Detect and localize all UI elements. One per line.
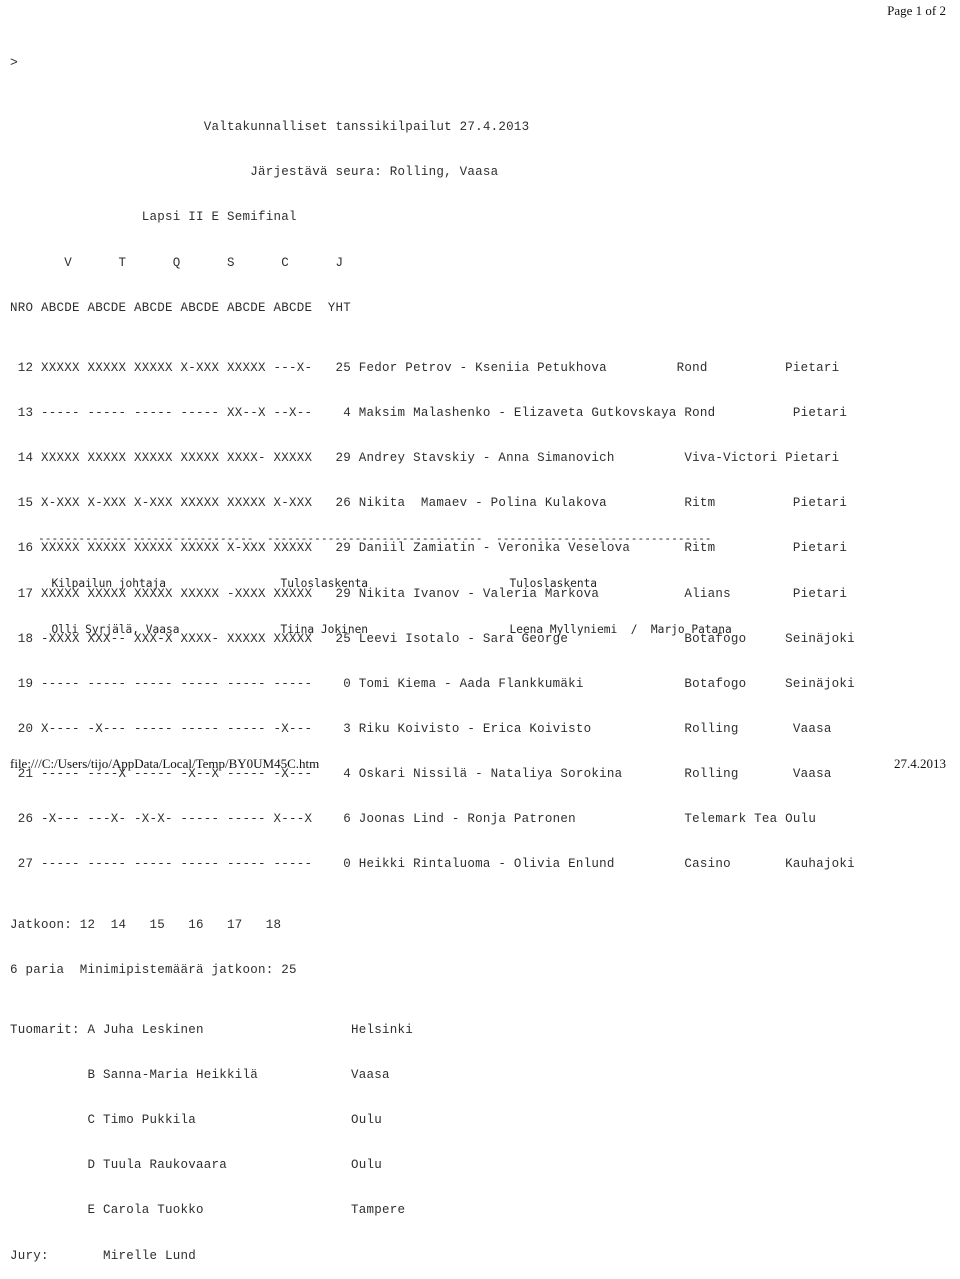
report-organizer: Järjestävä seura: Rolling, Vaasa	[10, 165, 499, 180]
judge-row: C Timo Pukkila Oulu	[10, 1113, 383, 1128]
browser-print-footer: file:///C:/Users/tijo/AppData/Local/Temp…	[10, 751, 946, 777]
signature-roles: Kilpailun johtaja Tuloslaskenta Tuloslas…	[38, 577, 598, 591]
print-date-label: 27.4.2013	[894, 756, 946, 771]
competition-report: Valtakunnalliset tanssikilpailut 27.4.20…	[10, 90, 950, 1279]
page-number-label: Page 1 of 2	[887, 3, 946, 18]
jury-row: Jury: Mirelle Lund	[10, 1248, 197, 1263]
table-row: 26 -X--- ---X- -X-X- ----- ----- X---X 6…	[10, 812, 817, 827]
dance-column-header: V T Q S C J	[10, 255, 344, 270]
judge-row: D Tuula Raukovaara Oulu	[10, 1158, 383, 1173]
judge-row: Tuomarit: A Juha Leskinen Helsinki	[10, 1022, 414, 1037]
report-event-class: Lapsi II E Semifinal	[10, 210, 297, 225]
table-row: 20 X---- -X--- ----- ----- ----- -X--- 3…	[10, 721, 832, 736]
advancing-numbers: Jatkoon: 12 14 15 16 17 18	[10, 917, 282, 932]
table-row: 19 ----- ----- ----- ----- ----- ----- 0…	[10, 676, 855, 691]
table-row: 12 XXXXX XXXXX XXXXX X-XXX XXXXX ---X- 2…	[10, 360, 840, 375]
signature-rule: -------------------------------- -------…	[38, 531, 712, 545]
file-path-label: file:///C:/Users/tijo/AppData/Local/Temp…	[10, 756, 320, 771]
table-row: 13 ----- ----- ----- ----- XX--X --X-- 4…	[10, 405, 848, 420]
table-row: 14 XXXXX XXXXX XXXXX XXXXX XXXX- XXXXX 2…	[10, 451, 840, 466]
signature-names: Olli Syrjälä, Vaasa Tiina Jokinen Leena …	[38, 623, 732, 637]
browser-print-header: Page 1 of 2	[0, 0, 946, 25]
judge-row: E Carola Tuokko Tampere	[10, 1203, 406, 1218]
judge-row: B Sanna-Maria Heikkilä Vaasa	[10, 1068, 390, 1083]
pairs-minimum-note: 6 paria Minimipistemäärä jatkoon: 25	[10, 962, 297, 977]
table-column-header: NRO ABCDE ABCDE ABCDE ABCDE ABCDE ABCDE …	[10, 300, 352, 315]
prompt-caret: >	[10, 55, 18, 70]
signature-block: -------------------------------- -------…	[38, 500, 732, 653]
table-row: 27 ----- ----- ----- ----- ----- ----- 0…	[10, 857, 855, 872]
report-title: Valtakunnalliset tanssikilpailut 27.4.20…	[10, 120, 530, 135]
